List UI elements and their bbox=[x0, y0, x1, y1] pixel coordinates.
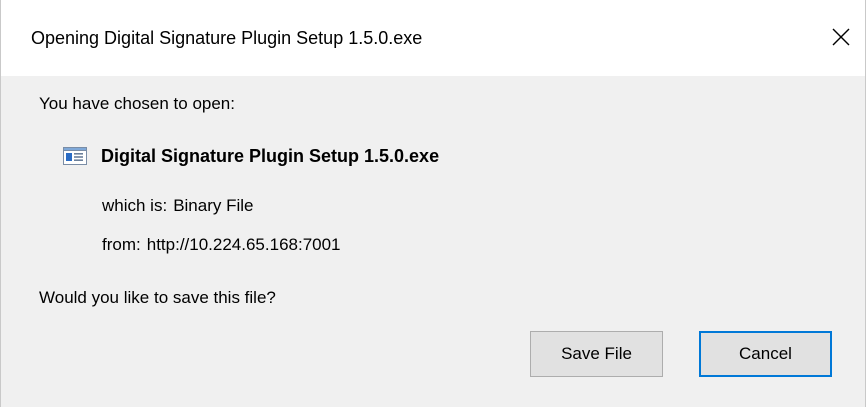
close-icon bbox=[832, 28, 850, 46]
file-type-line: which is: Binary File bbox=[102, 195, 254, 217]
intro-text: You have chosen to open: bbox=[39, 94, 235, 113]
file-source-label: from: bbox=[102, 235, 141, 254]
save-question: Would you like to save this file? bbox=[39, 288, 276, 307]
title-bar: Opening Digital Signature Plugin Setup 1… bbox=[1, 0, 865, 76]
window-title: Opening Digital Signature Plugin Setup 1… bbox=[31, 28, 423, 48]
file-type-value: Binary File bbox=[173, 196, 254, 215]
file-name: Digital Signature Plugin Setup 1.5.0.exe bbox=[101, 146, 440, 166]
dialog-content: You have chosen to open: Digital Signatu… bbox=[1, 76, 865, 407]
close-button[interactable] bbox=[817, 14, 865, 60]
file-source-value: http://10.224.65.168:7001 bbox=[146, 235, 341, 254]
download-dialog: Opening Digital Signature Plugin Setup 1… bbox=[0, 0, 866, 407]
save-file-button[interactable]: Save File bbox=[530, 331, 663, 377]
file-row: Digital Signature Plugin Setup 1.5.0.exe bbox=[63, 144, 439, 168]
cancel-button[interactable]: Cancel bbox=[699, 331, 832, 377]
file-source-line: from: http://10.224.65.168:7001 bbox=[102, 234, 341, 256]
file-type-label: which is: bbox=[102, 196, 168, 215]
exe-file-icon bbox=[63, 147, 87, 165]
